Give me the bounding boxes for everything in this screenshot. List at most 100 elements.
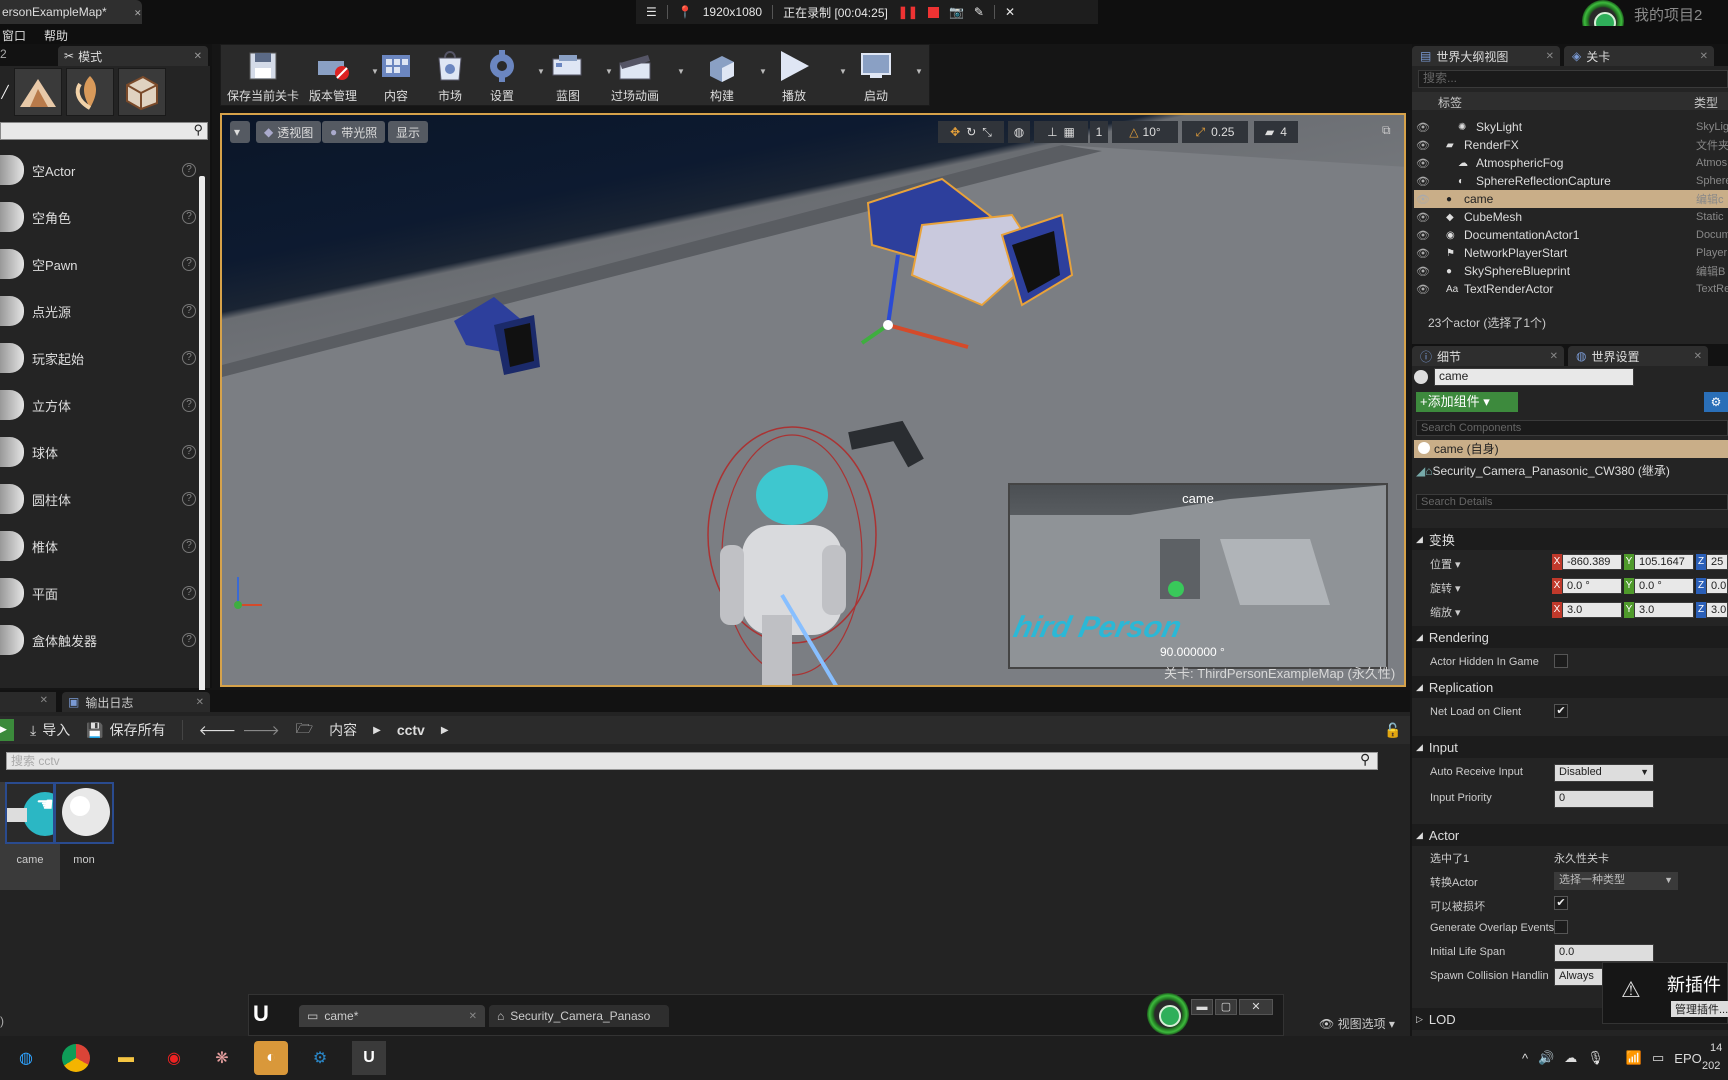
dropdown-arrow-icon[interactable]: ▼ [677,67,685,76]
life-span-field[interactable]: 0.0 [1554,944,1654,962]
column-label[interactable]: 标签 [1438,94,1462,111]
tab-output-log[interactable]: ▣ 输出日志 ✕ [62,692,210,712]
chrome-icon[interactable] [62,1044,90,1072]
maximize-icon[interactable]: ⧉ [1382,123,1391,138]
close-icon[interactable]: ✕ [40,695,48,706]
forward-icon[interactable]: 🡒 [242,722,280,739]
lock-icon[interactable]: 🔓 [1384,722,1401,739]
record-icon[interactable]: ◉ [160,1044,188,1072]
section-input[interactable]: ◢ Input [1412,736,1728,758]
surface-snap-tools[interactable]: ⊥ ▦ [1034,121,1088,143]
world-icon[interactable]: ◍ [1008,121,1030,143]
help-icon[interactable]: ? [182,351,196,365]
launch-button[interactable]: 启动 [857,49,895,105]
rotation-snap[interactable]: △ 10° [1112,121,1178,143]
build-button[interactable]: 构建 [703,49,741,105]
ue-badge-icon[interactable] [1147,993,1189,1035]
visibility-eye-icon[interactable]: 👁 [1414,193,1432,206]
rotation-x-field[interactable]: 0.0 ° [1562,578,1622,594]
pen-icon[interactable]: ✎ [974,5,984,19]
close-icon[interactable]: ✕ [1694,351,1702,362]
breadcrumb-content[interactable]: 内容 [329,720,357,740]
blueprint-settings-icon[interactable]: ⚙ [1704,392,1728,412]
close-icon[interactable]: ✕ [1546,51,1554,62]
speaker-icon[interactable]: 🔊 [1538,1050,1554,1066]
source-control-button[interactable]: 版本管理 [309,49,357,105]
close-button[interactable]: ✕ [1239,999,1273,1015]
visibility-eye-icon[interactable]: 👁 [1414,247,1432,260]
add-component-button[interactable]: +添加组件 ▾ [1416,392,1518,412]
place-item[interactable]: 空Pawn? [0,242,196,286]
overlap-events-checkbox[interactable] [1554,920,1568,934]
language-indicator[interactable]: EPO [1674,1051,1701,1066]
can-be-damaged-checkbox[interactable]: ✔ [1554,896,1568,910]
help-icon[interactable]: ? [182,163,196,177]
outliner-row[interactable]: 👁 Aa TextRenderActor TextRe [1414,280,1728,298]
visibility-eye-icon[interactable]: 👁 [1414,211,1432,224]
convert-actor-select[interactable]: 选择一种类型 ▼ [1554,872,1678,890]
folder-icon[interactable]: ▬ [112,1044,140,1072]
actor-name-input[interactable]: came [1434,368,1634,386]
tab-details[interactable]: ⓘ 细节 ✕ [1412,346,1564,366]
transform-tools[interactable]: ✥ ↻ ⤡ [938,121,1004,143]
dropdown-arrow-icon[interactable]: ▼ [839,67,847,76]
location-label[interactable]: 位置 ▾ [1430,556,1461,572]
place-item[interactable]: 点光源? [0,289,196,333]
viewport-options-button[interactable]: ▾ [230,121,250,143]
chevron-right-icon[interactable]: ▶ [441,725,449,736]
place-item[interactable]: 空角色? [0,195,196,239]
place-item[interactable]: 椎体? [0,524,196,568]
content-button[interactable]: 内容 [377,49,415,105]
settings-button[interactable]: 设置 [483,49,521,105]
outliner-row[interactable]: 👁 ◉ DocumentationActor1 Docum [1414,226,1728,244]
tab-world-settings[interactable]: ◍ 世界设置 ✕ [1568,346,1708,366]
outliner-row[interactable]: 👁 ● came 编辑c [1414,190,1728,208]
lit-button[interactable]: ● 带光照 [322,121,386,143]
maximize-button[interactable]: ▢ [1215,999,1237,1015]
play-button[interactable]: 播放 [775,49,813,105]
search-icon[interactable]: ⚲ [1360,751,1370,768]
section-transform[interactable]: ◢ 变换 [1412,528,1728,550]
close-icon[interactable]: ✕ [194,51,202,62]
actor-hidden-checkbox[interactable] [1554,654,1568,668]
perspective-button[interactable]: ◆ 透视图 [256,121,322,143]
manage-plugins-link[interactable]: 管理插件... [1671,1001,1728,1017]
menu-help[interactable]: 帮助 [44,27,68,44]
visibility-eye-icon[interactable]: 👁 [1414,121,1432,134]
tab-modes[interactable]: ✂ 模式 ✕ [58,46,208,66]
pause-icon[interactable]: ❚❚ [898,5,918,19]
net-load-checkbox[interactable]: ✔ [1554,704,1568,718]
camera-icon[interactable]: 📷 [949,5,964,19]
scale-y-field[interactable]: 3.0 [1634,602,1694,618]
outliner-row[interactable]: 👁 ◆ CubeMesh Static [1414,208,1728,226]
cloud-icon[interactable]: ☁ [1564,1050,1577,1066]
scale-x-field[interactable]: 3.0 [1562,602,1622,618]
help-icon[interactable]: ? [182,586,196,600]
tab-world-outliner[interactable]: ▤ 世界大纲视图 ✕ [1412,46,1560,66]
dropdown-arrow-icon[interactable]: ▼ [915,67,923,76]
visibility-eye-icon[interactable]: 👁 [1414,139,1432,152]
location-y-field[interactable]: 105.1647 [1634,554,1694,570]
marketplace-button[interactable]: 市场 [431,49,469,105]
mic-icon[interactable]: 🎙 [1587,1050,1604,1066]
place-item[interactable]: 玩家起始? [0,336,196,380]
cb-search-input[interactable]: 搜索 cctv [6,752,1378,770]
scale-icon[interactable]: ⤡ [982,125,992,140]
place-item[interactable]: 平面? [0,571,196,615]
visibility-eye-icon[interactable]: 👁 [1414,283,1432,296]
save-all-button[interactable]: 💾 保存所有 [86,720,165,740]
outliner-search-input[interactable]: 搜索... [1418,70,1728,88]
rotate-icon[interactable]: ↻ [966,125,976,139]
modes-search-input[interactable]: ⚲ [0,122,208,140]
place-item[interactable]: 圆柱体? [0,477,196,521]
asset-mon[interactable]: mon [54,782,114,882]
save-level-button[interactable]: 保存当前关卡 [227,49,299,105]
help-icon[interactable]: ? [182,304,196,318]
import-button[interactable]: ⤓ 导入 [30,720,70,740]
close-icon[interactable]: ✕ [469,1011,477,1022]
help-icon[interactable]: ? [182,210,196,224]
rotation-z-field[interactable]: 0.0 [1706,578,1728,594]
close-icon[interactable]: ✕ [1700,51,1708,62]
tab-levels[interactable]: ◈ 关卡 ✕ [1564,46,1714,66]
level-viewport[interactable]: ▾ ◆ 透视图 ● 带光照 显示 ✥ ↻ ⤡ ◍ ⊥ ▦ 1 △ 10° ⤢ 0.25 ▰ 4 … [220,113,1406,687]
